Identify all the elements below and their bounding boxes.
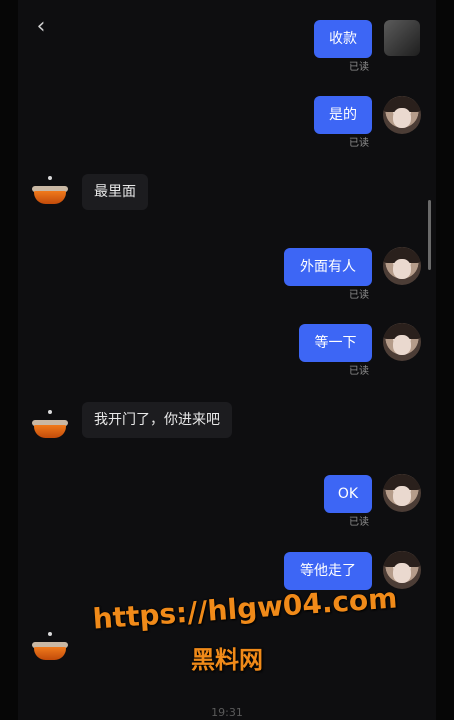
read-receipt: 已读	[349, 366, 369, 377]
message-text: 外面有人	[300, 259, 356, 275]
message-bubble-incoming[interactable]: 我开门了，你进来吧	[82, 402, 232, 438]
back-button[interactable]: ‹	[30, 14, 52, 40]
frame-left-edge	[0, 0, 18, 720]
watermark-name: 黑料网	[191, 646, 263, 674]
read-receipt: 已读	[349, 62, 369, 73]
message-bubble-outgoing[interactable]: 是的	[314, 96, 372, 134]
message-text: OK	[337, 486, 359, 502]
message-bubble-outgoing[interactable]: 等一下	[299, 324, 372, 362]
timestamp: 19:31	[211, 706, 243, 719]
avatar[interactable]	[30, 410, 70, 440]
message-bubble-incoming[interactable]: 最里面	[82, 174, 148, 210]
avatar[interactable]	[383, 323, 421, 361]
frame-right-edge	[436, 0, 454, 720]
avatar[interactable]	[30, 176, 70, 206]
avatar[interactable]	[383, 474, 421, 512]
chevron-left-icon: ‹	[36, 14, 46, 39]
read-receipt: 已读	[349, 138, 369, 149]
message-text: 最里面	[94, 184, 136, 200]
avatar[interactable]	[383, 96, 421, 134]
read-receipt: 已读	[349, 517, 369, 528]
scrollbar[interactable]	[428, 200, 431, 270]
message-bubble-outgoing[interactable]: 外面有人	[284, 248, 372, 286]
read-receipt: 已读	[349, 290, 369, 301]
avatar[interactable]	[383, 247, 421, 285]
avatar[interactable]	[384, 20, 420, 56]
message-text: 我开门了，你进来吧	[94, 412, 220, 428]
message-text: 是的	[329, 107, 357, 123]
message-text: 等他走了	[300, 563, 356, 579]
message-bubble-outgoing[interactable]: 收款	[314, 20, 372, 58]
message-bubble-outgoing[interactable]: OK	[324, 475, 372, 513]
message-text: 收款	[329, 31, 357, 47]
message-text: 等一下	[314, 335, 357, 351]
